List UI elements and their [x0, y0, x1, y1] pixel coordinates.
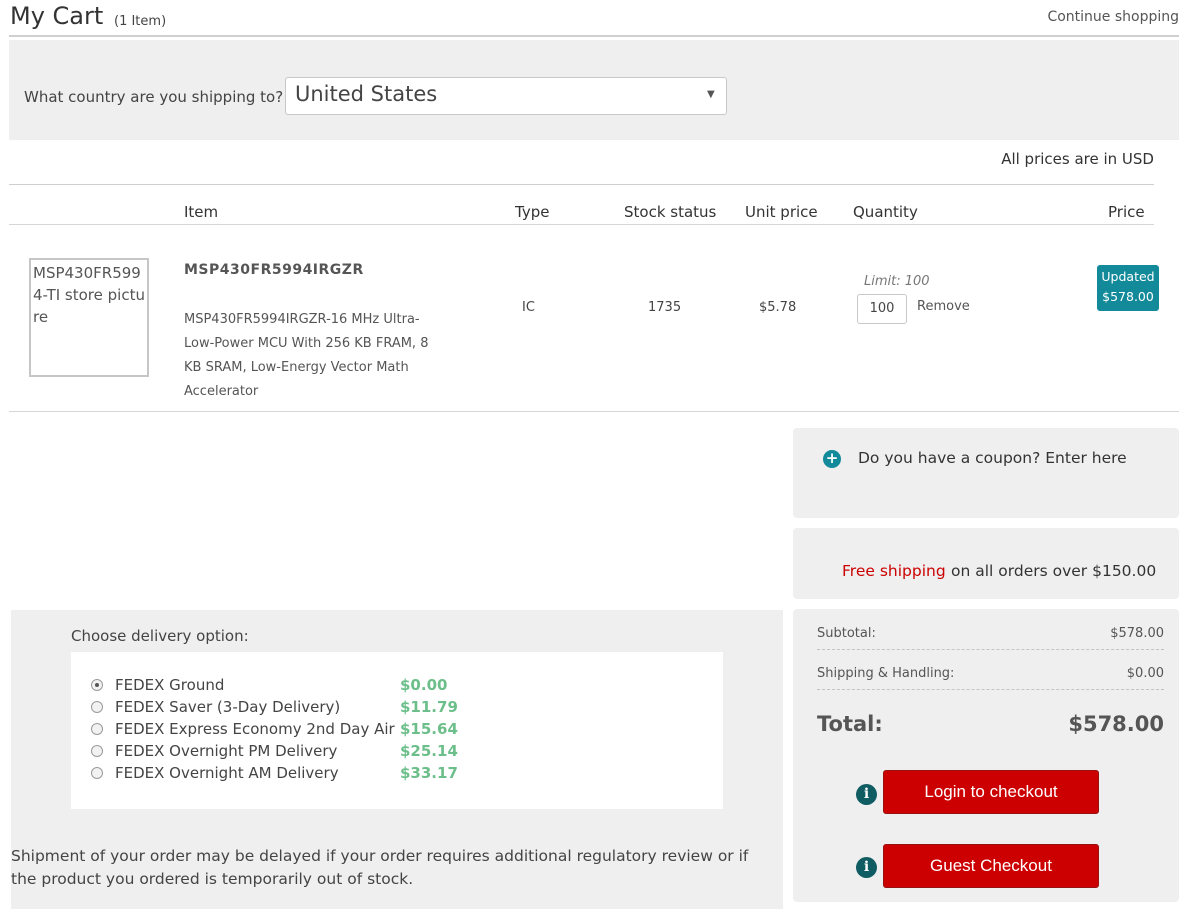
- badge-price: $578.00: [1102, 289, 1154, 304]
- price-updated-badge: Updated $578.00: [1097, 265, 1159, 311]
- guest-checkout-button[interactable]: Guest Checkout: [883, 844, 1099, 888]
- quantity-input[interactable]: 100: [857, 294, 907, 324]
- delivery-option-fedex-overnight-pm[interactable]: FEDEX Overnight PM Delivery: [91, 742, 337, 764]
- delivery-option-fedex-overnight-am[interactable]: FEDEX Overnight AM Delivery: [91, 764, 339, 786]
- total-label: Total:: [817, 712, 883, 736]
- col-header-type: Type: [515, 203, 550, 221]
- login-checkout-button[interactable]: Login to checkout: [883, 770, 1099, 814]
- shipping-value: $0.00: [1126, 666, 1164, 681]
- badge-label: Updated: [1101, 269, 1155, 284]
- quantity-limit: Limit: 100: [864, 274, 930, 289]
- col-header-stock: Stock status: [624, 203, 717, 221]
- info-icon[interactable]: i: [856, 784, 877, 805]
- free-shipping-text: on all orders over $150.00: [951, 562, 1157, 580]
- country-select[interactable]: United States: [285, 77, 727, 115]
- delivery-option-price: $25.14: [400, 742, 458, 760]
- subtotal-value: $578.00: [1110, 626, 1164, 641]
- subtotal-label: Subtotal:: [817, 626, 876, 641]
- delivery-option-label: FEDEX Saver (3-Day Delivery): [115, 698, 341, 716]
- radio-button[interactable]: [91, 767, 103, 779]
- radio-button[interactable]: [91, 723, 103, 735]
- delivery-option-price: $33.17: [400, 764, 458, 782]
- delivery-option-price: $11.79: [400, 698, 458, 716]
- coupon-panel: [793, 428, 1179, 518]
- col-header-price: Price: [1108, 203, 1145, 221]
- divider: [817, 649, 1164, 650]
- country-label: What country are you shipping to?: [24, 88, 284, 106]
- currency-note: All prices are in USD: [1001, 150, 1154, 168]
- coupon-toggle[interactable]: Do you have a coupon? Enter here: [858, 449, 1127, 467]
- total-value: $578.00: [1068, 712, 1164, 736]
- delivery-option-fedex-ground[interactable]: FEDEX Ground: [91, 676, 224, 698]
- divider: [9, 224, 1154, 225]
- col-header-quantity: Quantity: [853, 203, 918, 221]
- item-count: (1 Item): [114, 14, 167, 29]
- radio-button[interactable]: [91, 745, 103, 757]
- stock-status: 1735: [648, 300, 682, 315]
- product-description: MSP430FR5994IRGZR-16 MHz Ultra-Low-Power…: [184, 312, 429, 399]
- page-title: My Cart: [10, 2, 104, 30]
- info-icon[interactable]: i: [856, 857, 877, 878]
- divider: [9, 184, 1154, 185]
- plus-circle-icon[interactable]: +: [823, 450, 841, 468]
- divider: [817, 689, 1164, 690]
- delivery-option-price: $15.64: [400, 720, 458, 738]
- delivery-title: Choose delivery option:: [71, 627, 249, 645]
- delivery-option-label: FEDEX Ground: [115, 676, 225, 694]
- chevron-down-icon: ▼: [707, 89, 715, 100]
- col-header-item: Item: [184, 203, 219, 221]
- product-name-link[interactable]: MSP430FR5994IRGZR: [184, 262, 364, 278]
- delivery-option-fedex-express-economy[interactable]: FEDEX Express Economy 2nd Day Air: [91, 720, 395, 742]
- delivery-option-label: FEDEX Overnight AM Delivery: [115, 764, 339, 782]
- col-header-unit-price: Unit price: [745, 203, 818, 221]
- delivery-option-label: FEDEX Express Economy 2nd Day Air: [115, 720, 395, 738]
- radio-button[interactable]: [91, 701, 103, 713]
- unit-price: $5.78: [759, 300, 797, 315]
- free-shipping-highlight: Free shipping: [842, 562, 946, 580]
- delivery-option-fedex-saver[interactable]: FEDEX Saver (3-Day Delivery): [91, 698, 340, 720]
- regulatory-note: Shipment of your order may be delayed if…: [11, 847, 749, 888]
- shipping-label: Shipping & Handling:: [817, 666, 955, 681]
- product-type: IC: [522, 300, 535, 315]
- remove-link[interactable]: Remove: [917, 299, 970, 314]
- radio-button[interactable]: [91, 679, 103, 691]
- delivery-option-price: $0.00: [400, 676, 448, 694]
- header-divider: [9, 35, 1179, 37]
- divider: [9, 411, 1179, 412]
- product-image[interactable]: MSP430FR5994-TI store picture: [29, 258, 149, 377]
- continue-shopping-link[interactable]: Continue shopping: [1047, 9, 1179, 25]
- delivery-option-label: FEDEX Overnight PM Delivery: [115, 742, 338, 760]
